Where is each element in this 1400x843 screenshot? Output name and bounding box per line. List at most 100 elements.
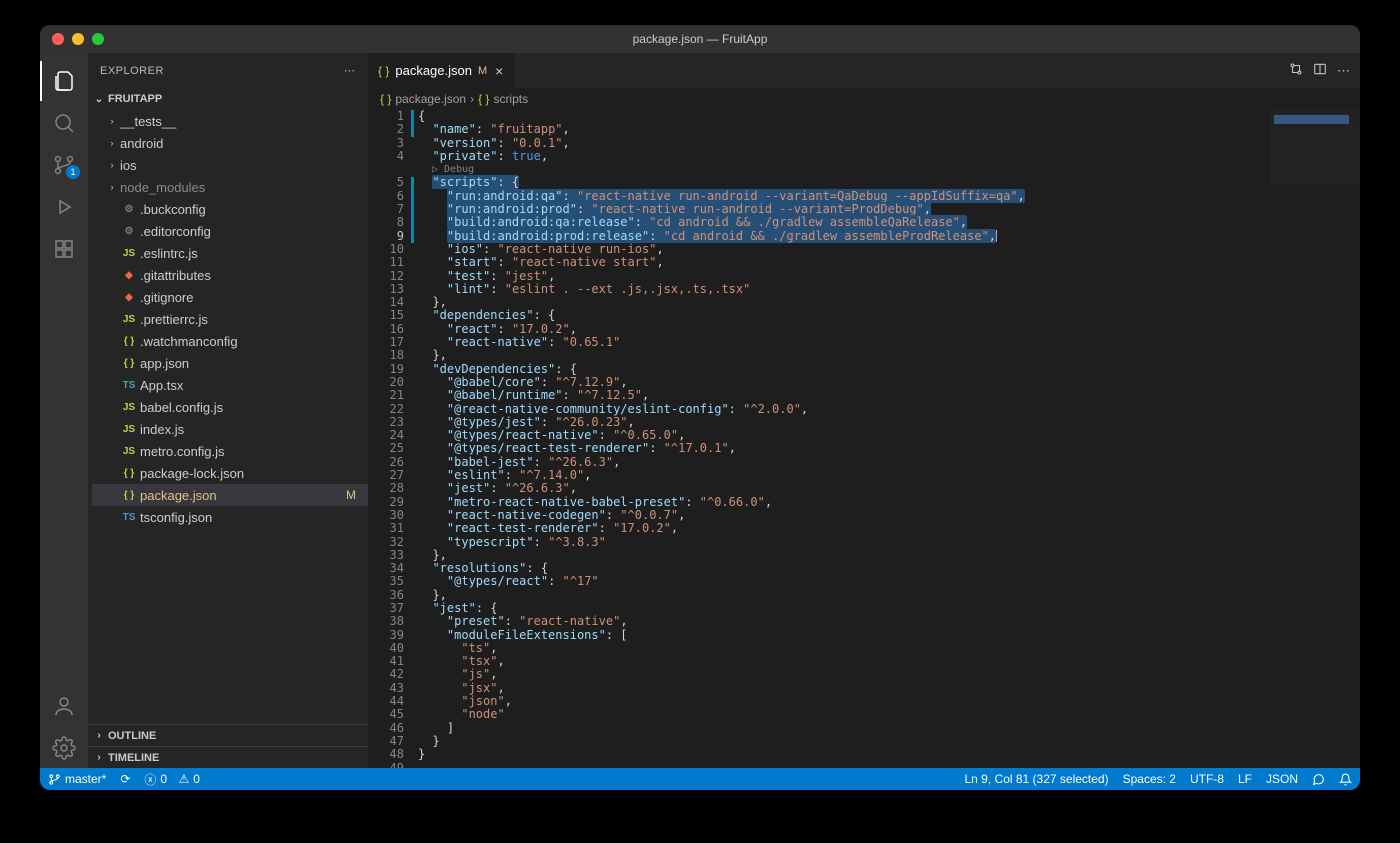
code-line-1[interactable]: { bbox=[418, 110, 1360, 123]
code-line-34[interactable]: "resolutions": { bbox=[418, 562, 1360, 575]
sidebar-more-icon[interactable]: ⋯ bbox=[344, 64, 356, 77]
code-line-8[interactable]: "build:android:qa:release": "cd android … bbox=[418, 216, 1360, 229]
code-line-33[interactable]: }, bbox=[418, 549, 1360, 562]
breadcrumb[interactable]: { } package.json › { } scripts bbox=[368, 88, 1360, 110]
file-.watchmanconfig[interactable]: { }.watchmanconfig bbox=[92, 330, 368, 352]
status-indent[interactable]: Spaces: 2 bbox=[1123, 772, 1176, 786]
code-line-4[interactable]: "private": true, bbox=[418, 150, 1360, 163]
close-icon[interactable]: × bbox=[493, 63, 505, 79]
file-.editorconfig[interactable]: ⚙.editorconfig bbox=[92, 220, 368, 242]
status-problems[interactable]: ⓧ0 ⚠0 bbox=[144, 771, 200, 788]
file-.buckconfig[interactable]: ⚙.buckconfig bbox=[92, 198, 368, 220]
activity-accounts[interactable] bbox=[40, 686, 88, 726]
file-.prettierrc.js[interactable]: JS.prettierrc.js bbox=[92, 308, 368, 330]
code-line-26[interactable]: "babel-jest": "^26.6.3", bbox=[418, 456, 1360, 469]
code-line-22[interactable]: "@react-native-community/eslint-config":… bbox=[418, 403, 1360, 416]
debug-codelens[interactable]: ▷ Debug bbox=[418, 163, 1360, 176]
file-babel.config.js[interactable]: JSbabel.config.js bbox=[92, 396, 368, 418]
status-branch[interactable]: master* bbox=[48, 772, 106, 786]
split-editor-icon[interactable] bbox=[1313, 62, 1327, 79]
file-.eslintrc.js[interactable]: JS.eslintrc.js bbox=[92, 242, 368, 264]
code-line-30[interactable]: "react-native-codegen": "^0.0.7", bbox=[418, 509, 1360, 522]
outline-section[interactable]: › OUTLINE bbox=[88, 724, 368, 746]
code-line-48[interactable]: } bbox=[418, 748, 1360, 761]
status-eol[interactable]: LF bbox=[1238, 772, 1252, 786]
folder-android[interactable]: ›android bbox=[92, 132, 368, 154]
activity-search[interactable] bbox=[40, 103, 88, 143]
file-metro.config.js[interactable]: JSmetro.config.js bbox=[92, 440, 368, 462]
code-line-7[interactable]: "run:android:prod": "react-native run-an… bbox=[418, 203, 1360, 216]
file-App.tsx[interactable]: TSApp.tsx bbox=[92, 374, 368, 396]
code-line-39[interactable]: "moduleFileExtensions": [ bbox=[418, 629, 1360, 642]
titlebar[interactable]: package.json — FruitApp bbox=[40, 25, 1360, 53]
file-tsconfig.json[interactable]: TStsconfig.json bbox=[92, 506, 368, 528]
code-line-47[interactable]: } bbox=[418, 735, 1360, 748]
code-line-35[interactable]: "@types/react": "^17" bbox=[418, 575, 1360, 588]
file-app.json[interactable]: { }app.json bbox=[92, 352, 368, 374]
file-index.js[interactable]: JSindex.js bbox=[92, 418, 368, 440]
code-line-3[interactable]: "version": "0.0.1", bbox=[418, 137, 1360, 150]
code-line-18[interactable]: }, bbox=[418, 349, 1360, 362]
code-line-42[interactable]: "js", bbox=[418, 668, 1360, 681]
code-line-20[interactable]: "@babel/core": "^7.12.9", bbox=[418, 376, 1360, 389]
code-line-45[interactable]: "node" bbox=[418, 708, 1360, 721]
activity-explorer[interactable] bbox=[40, 61, 88, 101]
code-line-14[interactable]: }, bbox=[418, 296, 1360, 309]
minimize-window-icon[interactable] bbox=[72, 33, 84, 45]
code-line-41[interactable]: "tsx", bbox=[418, 655, 1360, 668]
status-encoding[interactable]: UTF-8 bbox=[1190, 772, 1224, 786]
close-window-icon[interactable] bbox=[52, 33, 64, 45]
code-line-9[interactable]: "build:android:prod:release": "cd androi… bbox=[418, 230, 1360, 243]
status-language[interactable]: JSON bbox=[1266, 772, 1298, 786]
code-line-11[interactable]: "start": "react-native start", bbox=[418, 256, 1360, 269]
status-feedback-icon[interactable] bbox=[1312, 773, 1325, 786]
more-actions-icon[interactable]: ⋯ bbox=[1337, 63, 1350, 79]
timeline-section[interactable]: › TIMELINE bbox=[88, 746, 368, 768]
code-line-5[interactable]: "scripts": { bbox=[418, 176, 1360, 189]
code-line-13[interactable]: "lint": "eslint . --ext .js,.jsx,.ts,.ts… bbox=[418, 283, 1360, 296]
file-.gitattributes[interactable]: ◆.gitattributes bbox=[92, 264, 368, 286]
code-line-17[interactable]: "react-native": "0.65.1" bbox=[418, 336, 1360, 349]
code-line-37[interactable]: "jest": { bbox=[418, 602, 1360, 615]
code-line-36[interactable]: }, bbox=[418, 589, 1360, 602]
activity-extensions[interactable] bbox=[40, 229, 88, 269]
compare-changes-icon[interactable] bbox=[1289, 62, 1303, 79]
code-line-21[interactable]: "@babel/runtime": "^7.12.5", bbox=[418, 389, 1360, 402]
code-line-32[interactable]: "typescript": "^3.8.3" bbox=[418, 536, 1360, 549]
code-line-10[interactable]: "ios": "react-native run-ios", bbox=[418, 243, 1360, 256]
file-package.json[interactable]: { }package.jsonM bbox=[92, 484, 368, 506]
code-line-46[interactable]: ] bbox=[418, 722, 1360, 735]
folder-__tests__[interactable]: ›__tests__ bbox=[92, 110, 368, 132]
folder-node_modules[interactable]: ›node_modules bbox=[92, 176, 368, 198]
code-line-15[interactable]: "dependencies": { bbox=[418, 309, 1360, 322]
activity-debug[interactable] bbox=[40, 187, 88, 227]
file-.gitignore[interactable]: ◆.gitignore bbox=[92, 286, 368, 308]
project-root[interactable]: ⌄ FRUITAPP bbox=[88, 88, 368, 110]
code-line-43[interactable]: "jsx", bbox=[418, 682, 1360, 695]
code-line-24[interactable]: "@types/react-native": "^0.65.0", bbox=[418, 429, 1360, 442]
activity-source-control[interactable]: 1 bbox=[40, 145, 88, 185]
status-cursor[interactable]: Ln 9, Col 81 (327 selected) bbox=[965, 772, 1109, 786]
code-line-6[interactable]: "run:android:qa": "react-native run-andr… bbox=[418, 190, 1360, 203]
code-line-27[interactable]: "eslint": "^7.14.0", bbox=[418, 469, 1360, 482]
code-line-49[interactable] bbox=[418, 762, 1360, 768]
code-line-29[interactable]: "metro-react-native-babel-preset": "^0.6… bbox=[418, 496, 1360, 509]
code-content[interactable]: { "name": "fruitapp", "version": "0.0.1"… bbox=[418, 110, 1360, 768]
code-line-12[interactable]: "test": "jest", bbox=[418, 270, 1360, 283]
code-line-16[interactable]: "react": "17.0.2", bbox=[418, 323, 1360, 336]
code-line-19[interactable]: "devDependencies": { bbox=[418, 363, 1360, 376]
code-line-31[interactable]: "react-test-renderer": "17.0.2", bbox=[418, 522, 1360, 535]
folder-ios[interactable]: ›ios bbox=[92, 154, 368, 176]
minimap[interactable] bbox=[1270, 110, 1360, 185]
code-line-25[interactable]: "@types/react-test-renderer": "^17.0.1", bbox=[418, 442, 1360, 455]
code-editor[interactable]: 1234 56789101112131415161718192021222324… bbox=[368, 110, 1360, 768]
code-line-38[interactable]: "preset": "react-native", bbox=[418, 615, 1360, 628]
maximize-window-icon[interactable] bbox=[92, 33, 104, 45]
tab-package-json[interactable]: { } package.json M × bbox=[368, 53, 516, 88]
code-line-2[interactable]: "name": "fruitapp", bbox=[418, 123, 1360, 136]
file-package-lock.json[interactable]: { }package-lock.json bbox=[92, 462, 368, 484]
code-line-28[interactable]: "jest": "^26.6.3", bbox=[418, 482, 1360, 495]
code-line-40[interactable]: "ts", bbox=[418, 642, 1360, 655]
activity-settings[interactable] bbox=[40, 728, 88, 768]
code-line-44[interactable]: "json", bbox=[418, 695, 1360, 708]
